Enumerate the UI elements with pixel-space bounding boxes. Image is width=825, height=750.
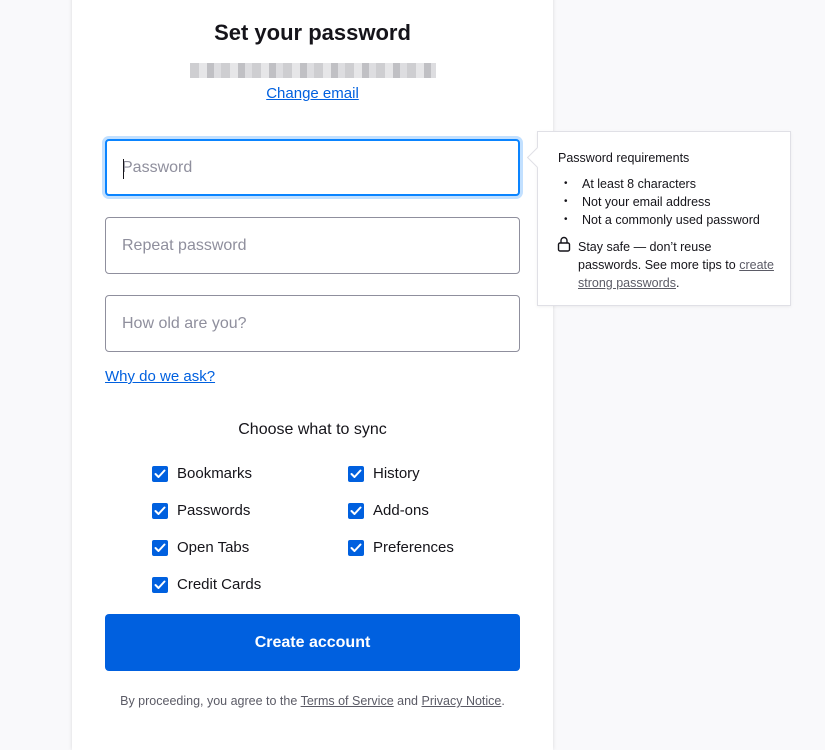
change-email-link[interactable]: Change email: [266, 85, 359, 102]
checkbox-label: Open Tabs: [177, 539, 250, 556]
legal-suffix: .: [501, 694, 505, 708]
sync-option-preferences[interactable]: Preferences: [348, 539, 454, 556]
legal-notice: By proceeding, you agree to the Terms of…: [72, 694, 553, 708]
password-tip: Stay safe — don’t reuse passwords. See m…: [578, 238, 778, 292]
checkbox-label: Passwords: [177, 502, 251, 519]
password-requirements-tooltip: Password requirements At least 8 charact…: [526, 131, 791, 306]
checkbox[interactable]: [152, 502, 168, 519]
tip-text: Stay safe — don’t reuse passwords. See m…: [578, 240, 736, 272]
repeat-password-input[interactable]: [106, 218, 519, 273]
terms-of-service-link[interactable]: Terms of Service: [301, 694, 394, 708]
checkbox[interactable]: [152, 465, 168, 482]
checkmark-icon: [350, 543, 362, 552]
tip-suffix: .: [675, 276, 680, 290]
sync-heading: Choose what to sync: [238, 421, 387, 438]
why-do-we-ask-link[interactable]: Why do we ask?: [105, 368, 215, 385]
lock-icon: [557, 236, 571, 252]
checkmark-icon: [154, 506, 166, 515]
checkmark-icon: [350, 469, 362, 478]
redacted-email: [190, 63, 436, 78]
sync-option-addons[interactable]: Add-ons: [348, 502, 429, 519]
checkbox[interactable]: [348, 539, 364, 556]
checkmark-icon: [154, 580, 166, 589]
age-input[interactable]: [106, 296, 519, 351]
requirements-list: At least 8 characters Not your email add…: [558, 177, 760, 231]
checkbox-label: Credit Cards: [177, 576, 262, 593]
privacy-notice-link[interactable]: Privacy Notice: [422, 694, 502, 708]
requirement-item: Not a commonly used password: [558, 213, 760, 231]
requirement-item: Not your email address: [558, 195, 760, 213]
checkbox-label: Preferences: [373, 539, 454, 556]
requirements-heading: Password requirements: [558, 151, 690, 165]
sync-option-history[interactable]: History: [348, 465, 420, 482]
checkbox[interactable]: [348, 502, 364, 519]
checkbox-label: Bookmarks: [177, 465, 253, 482]
checkmark-icon: [350, 506, 362, 515]
checkbox[interactable]: [348, 465, 364, 482]
repeat-password-field[interactable]: [105, 217, 520, 274]
checkbox-label: History: [373, 465, 420, 482]
age-field[interactable]: [105, 295, 520, 352]
checkmark-icon: [154, 543, 166, 552]
sync-option-open-tabs[interactable]: Open Tabs: [152, 539, 249, 556]
legal-and: and: [397, 694, 419, 708]
password-input[interactable]: [107, 141, 518, 194]
create-account-button[interactable]: Create account: [105, 614, 520, 671]
password-field[interactable]: [105, 139, 520, 196]
legal-prefix: By proceeding, you agree to the: [120, 694, 298, 708]
checkbox[interactable]: [152, 576, 168, 593]
checkmark-icon: [154, 469, 166, 478]
checkbox[interactable]: [152, 539, 168, 556]
page-title: Set your password: [214, 20, 411, 45]
sync-option-bookmarks[interactable]: Bookmarks: [152, 465, 252, 482]
text-caret: [123, 159, 124, 179]
checkbox-label: Add-ons: [373, 502, 429, 519]
requirement-item: At least 8 characters: [558, 177, 760, 195]
sync-option-passwords[interactable]: Passwords: [152, 502, 250, 519]
sync-option-credit-cards[interactable]: Credit Cards: [152, 576, 261, 593]
